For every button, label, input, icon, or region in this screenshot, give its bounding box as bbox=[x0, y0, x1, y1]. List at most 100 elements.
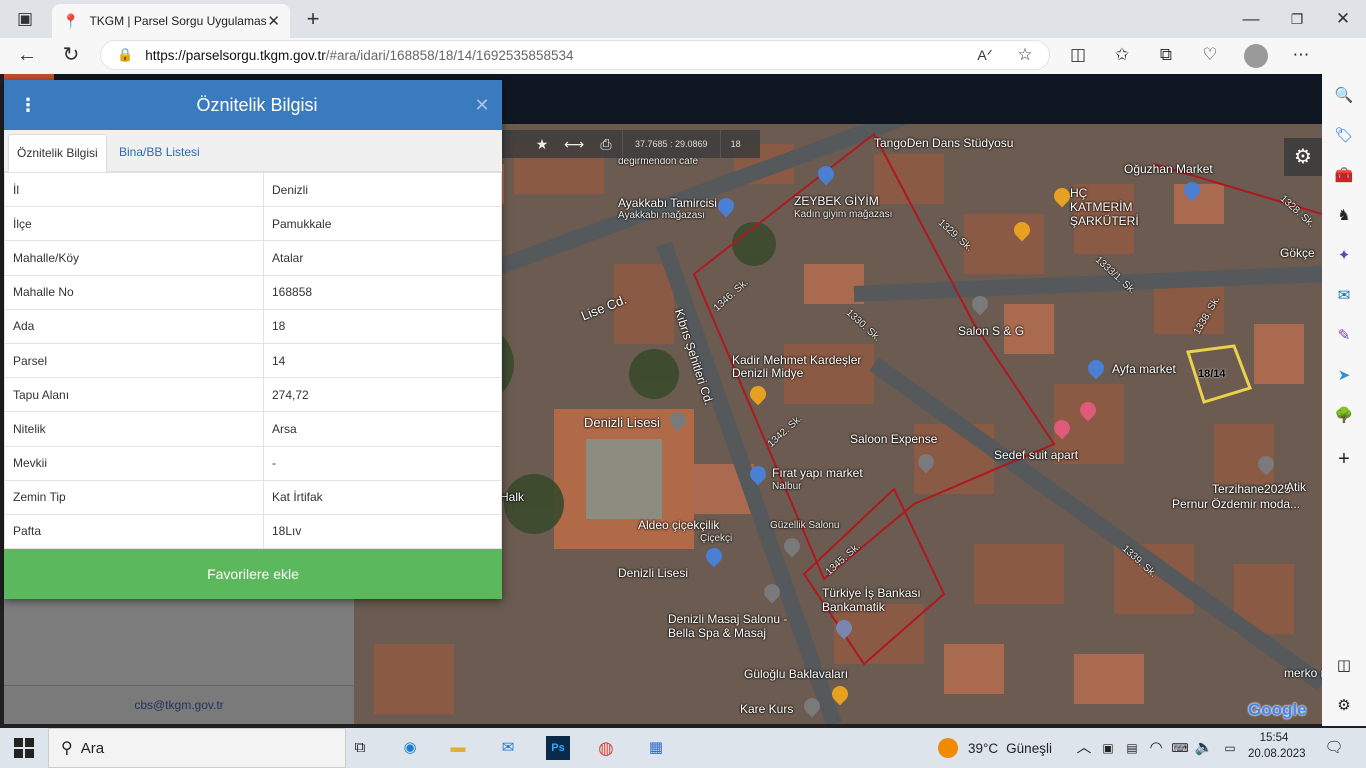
file-explorer-icon[interactable]: ▬ bbox=[446, 736, 470, 760]
print-icon[interactable]: ⎙ bbox=[590, 136, 622, 153]
chevron-up-icon[interactable]: ︿ bbox=[1072, 736, 1096, 760]
tab-actions-icon[interactable]: ▣ bbox=[10, 4, 40, 34]
read-aloud-icon[interactable]: Aᐟ bbox=[970, 40, 1000, 70]
tab-building-list[interactable]: Bina/BB Listesi bbox=[111, 134, 208, 172]
attribute-key: Tapu Alanı bbox=[4, 377, 264, 413]
weather-condition: Güneşli bbox=[1006, 740, 1052, 756]
keyboard-icon[interactable]: ▭ bbox=[1218, 736, 1242, 760]
edge-browser-icon[interactable]: ◉ bbox=[398, 736, 422, 760]
windows-start-icon[interactable] bbox=[14, 738, 34, 758]
map-label: Denizli Lisesi bbox=[584, 415, 660, 430]
left-panel-footer: cbs@tkgm.gov.tr bbox=[4, 685, 354, 724]
measure-icon[interactable]: ⟷ bbox=[558, 136, 590, 153]
notifications-icon[interactable]: 🗨 bbox=[1322, 736, 1346, 760]
favorite-star-icon[interactable]: ☆ bbox=[1010, 40, 1040, 70]
map-label: Ayakkabı mağazası bbox=[618, 210, 706, 221]
keyboard-layout-icon[interactable]: ⌨ bbox=[1168, 736, 1192, 760]
profile-avatar-icon[interactable] bbox=[1244, 44, 1268, 68]
search-icon[interactable]: 🔍 bbox=[1330, 82, 1358, 110]
photoshop-icon[interactable]: Ps bbox=[546, 736, 570, 760]
map-label: Terzihane2025 bbox=[1212, 482, 1291, 496]
map-label: Ayfa market bbox=[1112, 362, 1176, 376]
attribute-value: 168858 bbox=[263, 274, 502, 310]
table-row: Nitelik Arsa bbox=[4, 411, 502, 447]
attribute-key: Ada bbox=[4, 308, 264, 344]
designer-icon[interactable]: ✎ bbox=[1330, 322, 1358, 350]
chrome-icon[interactable]: ◍ bbox=[594, 736, 618, 760]
map-toolbar: ★ ⟷ ⎙ 37.7685 : 29.0869 18 bbox=[502, 130, 760, 158]
photos-icon[interactable]: ▦ bbox=[644, 736, 668, 760]
weather-widget[interactable]: 39°C Güneşli bbox=[938, 733, 1052, 763]
volume-icon[interactable]: 🔈 bbox=[1192, 736, 1216, 760]
map-label: Pernur Özdemir moda... bbox=[1172, 497, 1301, 511]
tree-icon[interactable]: 🌳 bbox=[1330, 402, 1358, 430]
attribute-value: 14 bbox=[263, 342, 502, 379]
attribute-key: Mevkii bbox=[4, 445, 264, 481]
star-icon[interactable]: ★ bbox=[526, 136, 558, 153]
table-row: Mahalle No 168858 bbox=[4, 274, 502, 310]
weather-temperature: 39°C bbox=[968, 740, 999, 756]
map-label: Denizli Masaj Salonu - Bella Spa & Masaj bbox=[668, 612, 788, 640]
vertical-dots-menu-icon[interactable]: ⋮ bbox=[4, 95, 52, 116]
more-menu-icon[interactable]: ⋯ bbox=[1286, 40, 1316, 70]
games-icon[interactable]: ♞ bbox=[1330, 202, 1358, 230]
browser-tab[interactable]: 📍 TKGM | Parsel Sorgu Uygulaması ✕ bbox=[52, 4, 290, 38]
maximize-icon[interactable]: ❐ bbox=[1282, 4, 1312, 34]
back-icon[interactable]: ← bbox=[12, 40, 42, 70]
attribute-value: 274,72 bbox=[263, 377, 502, 413]
attribute-key: Pafta bbox=[4, 513, 264, 550]
mail-icon[interactable]: ✉ bbox=[496, 736, 520, 760]
map-label: ZEYBEK GİYİM bbox=[794, 194, 879, 208]
wifi-icon[interactable]: ◠ bbox=[1144, 736, 1168, 760]
system-clock[interactable]: 15:54 20.08.2023 bbox=[1248, 730, 1306, 762]
shopping-tag-icon[interactable]: 🏷 bbox=[1330, 122, 1358, 150]
collections-icon[interactable]: ⧉ bbox=[1151, 40, 1181, 70]
map-label: HÇ KATMERİM ŞARKÜTERİ bbox=[1070, 186, 1139, 228]
attribute-value: Denizli bbox=[263, 171, 502, 208]
url-path: /#ara/idari/168858/18/14/1692535858534 bbox=[325, 47, 574, 63]
new-tab-icon[interactable]: + bbox=[298, 4, 328, 34]
map-label: Oğuzhan Market bbox=[1124, 162, 1213, 176]
minimize-icon[interactable]: — bbox=[1236, 4, 1266, 34]
sidebar-settings-icon[interactable]: ⚙ bbox=[1330, 692, 1358, 720]
contact-email-link[interactable]: cbs@tkgm.gov.tr bbox=[134, 698, 223, 712]
attribute-value: 18Lıv bbox=[263, 513, 502, 550]
browser-essentials-icon[interactable]: ♡ bbox=[1195, 40, 1225, 70]
attribute-key: İlçe bbox=[4, 206, 264, 242]
table-row: Pafta 18Lıv bbox=[4, 513, 502, 550]
attribute-key: Zemin Tip bbox=[4, 479, 264, 515]
outlook-icon[interactable]: ✉ bbox=[1330, 282, 1358, 310]
notification-app-icon[interactable]: ▤ bbox=[1120, 736, 1144, 760]
address-bar[interactable]: 🔒 https://parselsorgu.tkgm.gov.tr/#ara/i… bbox=[100, 40, 1050, 70]
favorites-icon[interactable]: ✩ bbox=[1107, 40, 1137, 70]
task-view-icon[interactable]: ⧉ bbox=[348, 736, 372, 760]
lock-icon: 🔒 bbox=[117, 47, 134, 62]
map-settings-gear-icon[interactable]: ⚙ bbox=[1284, 138, 1322, 176]
map-label: TangoDen Dans Stüdyosu bbox=[874, 136, 1014, 150]
tools-icon[interactable]: 🧰 bbox=[1330, 162, 1358, 190]
table-row: Zemin Tip Kat İrtifak bbox=[4, 479, 502, 515]
google-logo: Google bbox=[1248, 700, 1307, 719]
taskbar-search-box[interactable]: ⚲ Ara bbox=[48, 728, 346, 768]
modal-title: Öznitelik Bilgisi bbox=[196, 94, 318, 115]
add-sidebar-app-icon[interactable]: + bbox=[1330, 445, 1358, 473]
attribute-value: Arsa bbox=[263, 411, 502, 447]
hide-sidebar-icon[interactable]: ◫ bbox=[1330, 652, 1358, 680]
tab-close-icon[interactable]: ✕ bbox=[267, 12, 280, 30]
attribute-value: Atalar bbox=[263, 240, 502, 276]
map-label: Gökçe bbox=[1280, 246, 1315, 260]
map-label: Çiçekçi bbox=[700, 533, 733, 544]
modal-close-icon[interactable]: ✕ bbox=[462, 95, 502, 116]
tab-attribute-info[interactable]: Öznitelik Bilgisi bbox=[8, 134, 107, 172]
clock-date: 20.08.2023 bbox=[1248, 748, 1306, 760]
send-icon[interactable]: ➤ bbox=[1330, 362, 1358, 390]
close-window-icon[interactable]: ✕ bbox=[1328, 4, 1358, 34]
meet-now-icon[interactable]: ▣ bbox=[1096, 736, 1120, 760]
copilot-icon[interactable]: ✦ bbox=[1330, 242, 1358, 270]
url-host: https://parselsorgu.tkgm.gov.tr bbox=[145, 47, 326, 63]
split-screen-icon[interactable]: ◫ bbox=[1063, 40, 1093, 70]
add-to-favorites-button[interactable]: Favorilere ekle bbox=[4, 549, 502, 599]
table-row: İl Denizli bbox=[4, 171, 502, 208]
refresh-icon[interactable]: ↻ bbox=[56, 40, 86, 70]
map-coordinates: 37.7685 : 29.0869 bbox=[622, 130, 721, 158]
